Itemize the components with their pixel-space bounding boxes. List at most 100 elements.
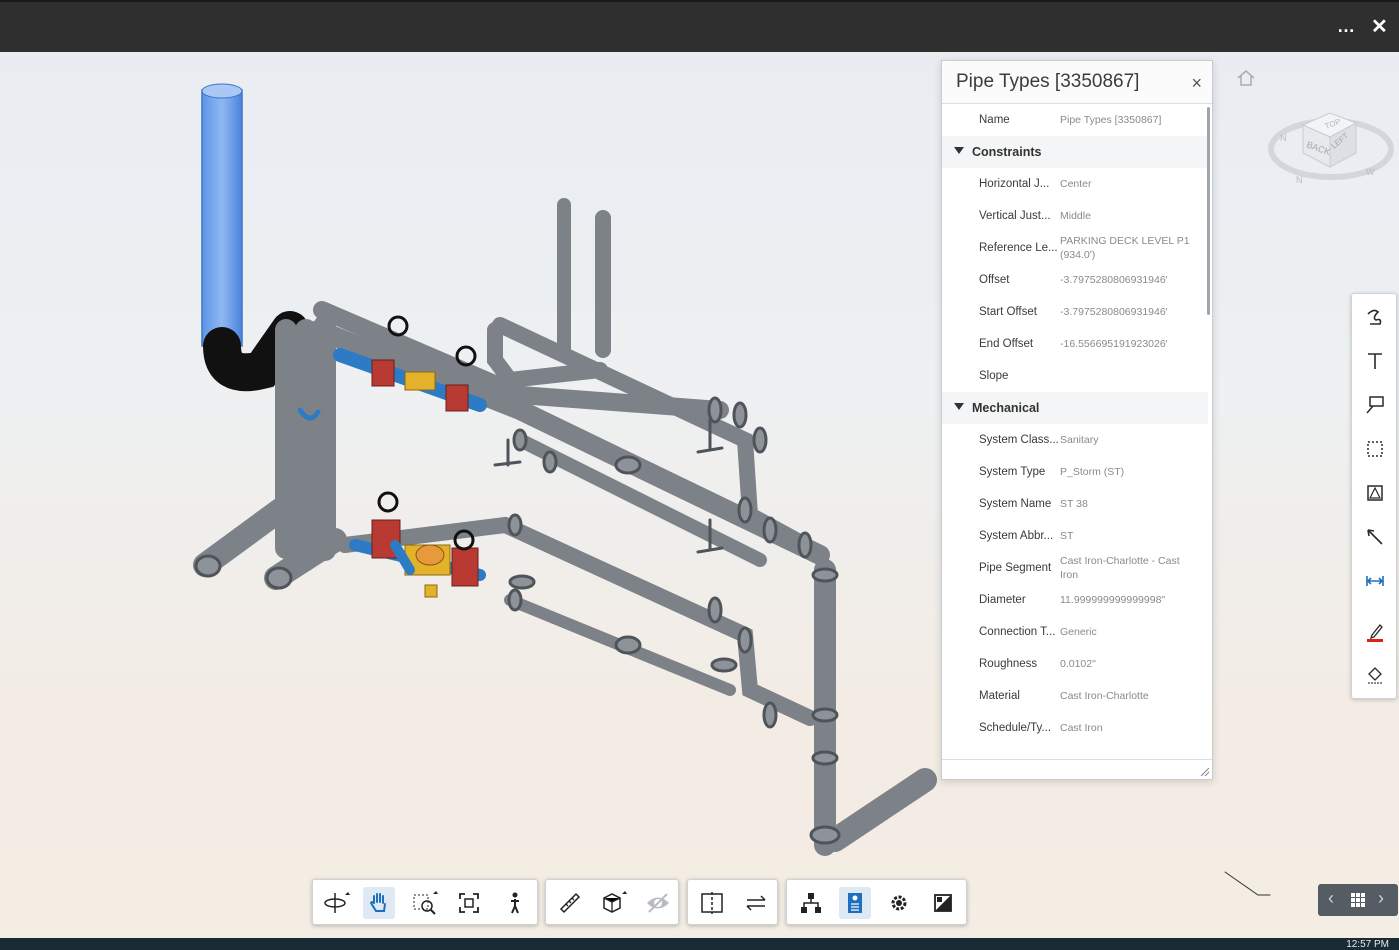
prop-name: Diameter <box>979 594 1026 606</box>
compass-n-label: N <box>1280 133 1287 143</box>
section-box-icon[interactable] <box>598 887 630 919</box>
compass-n-label: N <box>1296 175 1303 185</box>
explode-icon[interactable] <box>642 887 674 919</box>
model-tools-toolbar <box>545 879 679 925</box>
pan-icon[interactable] <box>363 887 395 919</box>
prop-name: System Class... <box>979 434 1059 446</box>
prop-row: Offset -3.7975280806931946' <box>942 264 1208 296</box>
prop-row: System Class... Sanitary <box>942 424 1208 456</box>
fit-to-view-icon[interactable] <box>453 887 485 919</box>
collapse-triangle-icon[interactable] <box>954 403 964 410</box>
prop-value: Sanitary <box>1060 434 1099 446</box>
prop-value: 0.0102" <box>1060 658 1096 670</box>
freehand-markup-icon[interactable] <box>1360 302 1390 332</box>
prop-name: Name <box>979 114 1010 126</box>
model-browser-icon[interactable] <box>795 887 827 919</box>
full-screen-icon[interactable] <box>927 887 959 919</box>
dimension-markup-icon[interactable] <box>1360 566 1390 596</box>
prop-name: Connection T... <box>979 626 1056 638</box>
prop-value: Cast Iron-Charlotte - Cast Iron <box>1060 555 1180 581</box>
properties-icon[interactable] <box>839 887 871 919</box>
panel-header: Pipe Types [3350867] × <box>942 61 1212 104</box>
text-markup-icon[interactable] <box>1360 346 1390 376</box>
navigation-toolbar <box>312 879 538 925</box>
more-options-icon[interactable]: … <box>1337 16 1355 37</box>
prop-value: PARKING DECK LEVEL P1 (934.0') <box>1060 235 1190 261</box>
prop-value: P_Storm (ST) <box>1060 466 1125 478</box>
prop-row: Diameter 11.999999999999998" <box>942 584 1208 616</box>
orbit-icon[interactable] <box>321 887 353 919</box>
home-view-icon[interactable] <box>1235 67 1257 89</box>
prop-value: Generic <box>1060 626 1097 638</box>
properties-list[interactable]: Name Pipe Types [3350867] Constraints Ho… <box>942 104 1208 760</box>
settings-icon[interactable] <box>883 887 915 919</box>
prop-value: -3.7975280806931946' <box>1060 274 1168 286</box>
prop-row: System Type P_Storm (ST) <box>942 456 1208 488</box>
first-person-icon[interactable] <box>499 887 531 919</box>
collapse-triangle-icon[interactable] <box>954 147 964 154</box>
prop-row: Horizontal J... Center <box>942 168 1208 200</box>
view-tools-toolbar <box>687 879 778 925</box>
prop-name: Start Offset <box>979 306 1037 318</box>
prop-name: End Offset <box>979 338 1034 350</box>
prop-name: Schedule/Ty... <box>979 722 1052 734</box>
prop-name: Slope <box>979 370 1009 382</box>
measure-icon[interactable] <box>554 887 586 919</box>
markup-toolbar <box>1351 293 1397 699</box>
close-panel-icon[interactable]: × <box>1191 73 1202 94</box>
prop-name: System Abbr... <box>979 530 1054 542</box>
panel-scrollbar[interactable] <box>1207 107 1210 315</box>
split-view-icon[interactable] <box>696 887 728 919</box>
pen-color-icon[interactable] <box>1360 616 1390 646</box>
prop-row: Roughness 0.0102" <box>942 648 1208 680</box>
prop-value: Pipe Types [3350867] <box>1060 114 1162 126</box>
prop-row: Material Cast Iron-Charlotte <box>942 680 1208 712</box>
title-bar: … ✕ <box>0 0 1399 52</box>
group-mechanical[interactable]: Mechanical <box>942 392 1208 424</box>
prop-value: Middle <box>1060 210 1091 222</box>
prop-name: Horizontal J... <box>979 178 1050 190</box>
prop-name: Vertical Just... <box>979 210 1051 222</box>
prop-row: End Offset -16.556695191923026' <box>942 328 1208 360</box>
prev-sheet-icon[interactable]: ‹ <box>1328 888 1334 909</box>
cloud-markup-icon[interactable] <box>1360 434 1390 464</box>
prop-row: Connection T... Generic <box>942 616 1208 648</box>
next-sheet-icon[interactable]: › <box>1378 888 1384 909</box>
sync-icon[interactable] <box>740 887 772 919</box>
prop-name: System Name <box>979 498 1052 510</box>
view-cube[interactable]: TOP BACK LEFT N N W <box>1268 85 1394 195</box>
callout-markup-icon[interactable] <box>1360 390 1390 420</box>
prop-row-name: Name Pipe Types [3350867] <box>942 104 1208 136</box>
prop-row: Reference Le... PARKING DECK LEVEL P1 (93… <box>942 232 1208 264</box>
group-constraints[interactable]: Constraints <box>942 136 1208 168</box>
prop-value: ST 38 <box>1060 498 1088 510</box>
zoom-window-icon[interactable] <box>409 887 441 919</box>
arrow-markup-icon[interactable] <box>1360 522 1390 552</box>
selected-pipe[interactable] <box>201 89 243 347</box>
prop-value: ST <box>1060 530 1074 542</box>
prop-value: -16.556695191923026' <box>1060 338 1168 350</box>
prop-name: Material <box>979 690 1020 702</box>
prop-name: Offset <box>979 274 1010 286</box>
close-window-icon[interactable]: ✕ <box>1371 14 1388 39</box>
prop-value: 11.999999999999998" <box>1060 594 1166 606</box>
prop-value: Cast Iron <box>1060 722 1103 734</box>
fill-icon[interactable] <box>1360 660 1390 690</box>
prop-name: Roughness <box>979 658 1038 670</box>
sheet-pager: ‹ › <box>1318 884 1398 916</box>
prop-name: System Type <box>979 466 1046 478</box>
polygon-markup-icon[interactable] <box>1360 478 1390 508</box>
resize-handle-icon[interactable] <box>1201 768 1209 776</box>
prop-value: Center <box>1060 178 1092 190</box>
prop-value: Cast Iron-Charlotte <box>1060 690 1149 702</box>
panel-footer <box>942 759 1212 779</box>
settings-toolbar <box>786 879 967 925</box>
panel-title: Pipe Types [3350867] <box>956 71 1140 92</box>
compass-w-label: W <box>1366 167 1375 177</box>
prop-row: Schedule/Ty... Cast Iron <box>942 712 1208 744</box>
prop-row: System Name ST 38 <box>942 488 1208 520</box>
prop-row: Start Offset -3.7975280806931946' <box>942 296 1208 328</box>
clock: 12:57 PM <box>1346 939 1389 950</box>
grid-view-icon[interactable] <box>1350 892 1366 913</box>
prop-row: Pipe Segment Cast Iron-Charlotte - Cast I… <box>942 552 1208 584</box>
